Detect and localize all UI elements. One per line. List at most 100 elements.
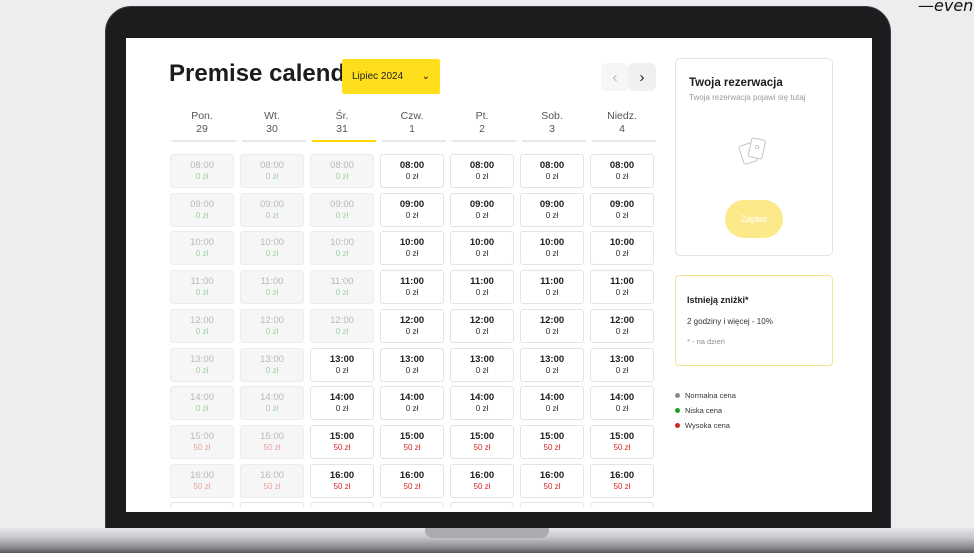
time-slot[interactable]: 13:00 0 zł	[590, 347, 654, 382]
slot-time: 15:00	[190, 430, 214, 442]
time-slot[interactable]: 15:00 50 zł	[450, 424, 514, 459]
time-slot[interactable]: 14:00 0 zł	[520, 386, 584, 421]
pay-button[interactable]: Zapłać	[725, 200, 783, 238]
time-slot[interactable]: 16:00 50 zł	[590, 463, 654, 498]
day-date: 30	[266, 123, 278, 135]
time-slot[interactable]: 16:00 50 zł	[520, 463, 584, 498]
time-slot[interactable]: 13:00 0 zł	[380, 347, 444, 382]
slot-price: 0 zł	[335, 288, 349, 298]
day-header: Pon. 29	[172, 110, 236, 142]
time-slot: 11:00 0 zł	[170, 270, 234, 305]
time-slot: 08:00 0 zł	[240, 154, 304, 188]
day-underline	[172, 140, 236, 142]
time-slot[interactable]: 13:00 0 zł	[310, 347, 374, 382]
slot-time: 11:00	[400, 276, 424, 288]
time-slot[interactable]: 12:00 0 zł	[380, 308, 444, 343]
slot-price: 50 zł	[263, 481, 281, 491]
time-slot[interactable]: 09:00 0 zł	[520, 192, 584, 227]
day-name: Sob.	[541, 110, 563, 122]
time-slot[interactable]: 16:00 50 zł	[450, 463, 514, 498]
slot-time: 12:00	[469, 314, 495, 326]
time-slot[interactable]: 11:00 0 zł	[520, 270, 584, 305]
slot-time: 14:00	[260, 392, 284, 404]
slot-time: 09:00	[190, 198, 214, 210]
slot-time: 16:00	[190, 469, 214, 481]
slot-time: 12:00	[190, 314, 214, 326]
time-slot[interactable]: 11:00 0 zł	[590, 270, 654, 305]
time-slot[interactable]: 16:00 50 zł	[310, 463, 374, 498]
slot-time: 10:00	[399, 237, 425, 249]
time-slot[interactable]: 14:00 0 zł	[450, 386, 514, 421]
time-slot[interactable]: 14:00 0 zł	[310, 386, 374, 421]
day-name: Wt.	[264, 110, 280, 122]
time-slot[interactable]: 10:00 0 zł	[450, 231, 514, 266]
slot-time: 16:00	[329, 469, 355, 481]
slot-price: 50 zł	[613, 442, 631, 452]
next-week-button[interactable]: ›	[628, 63, 656, 91]
time-slot[interactable]: 15:00 50 zł	[310, 424, 374, 459]
slot-price: 0 zł	[265, 210, 279, 220]
discounts-title: Istnieją zniżki*	[687, 295, 749, 305]
time-slot-partial	[450, 502, 514, 509]
time-slot[interactable]: 12:00 0 zł	[590, 308, 654, 343]
slot-price: 0 zł	[405, 326, 419, 336]
time-slot[interactable]: 08:00 0 zł	[590, 154, 654, 188]
time-slot: 15:00 50 zł	[170, 424, 234, 459]
time-slot[interactable]: 08:00 0 zł	[450, 154, 514, 188]
slot-time: 13:00	[260, 353, 284, 365]
legend-label-low: Niska cena	[685, 406, 723, 415]
slot-price: 50 zł	[333, 481, 351, 491]
time-slot[interactable]: 09:00 0 zł	[590, 192, 654, 227]
slot-price: 50 zł	[403, 481, 421, 491]
time-slot[interactable]: 14:00 0 zł	[590, 386, 654, 421]
slot-time: 14:00	[469, 392, 495, 404]
slot-price: 0 zł	[615, 172, 629, 181]
slot-time: 14:00	[609, 392, 635, 404]
time-slot: 10:00 0 zł	[170, 231, 234, 266]
time-slot: 08:00 0 zł	[170, 154, 234, 188]
slot-price: 0 zł	[335, 365, 349, 375]
time-slot[interactable]: 11:00 0 zł	[380, 270, 444, 305]
slot-price: 0 zł	[405, 404, 419, 414]
time-slot[interactable]: 13:00 0 zł	[450, 347, 514, 382]
time-slot: 15:00 50 zł	[240, 424, 304, 459]
time-slot[interactable]: 10:00 0 zł	[380, 231, 444, 266]
slot-time: 11:00	[260, 276, 284, 288]
slot-time: 15:00	[609, 430, 635, 442]
time-slot[interactable]: 10:00 0 zł	[590, 231, 654, 266]
day-underline	[382, 140, 446, 142]
time-slot-partial	[170, 502, 234, 509]
slot-time: 15:00	[329, 430, 355, 442]
slot-time: 09:00	[609, 198, 635, 210]
prev-week-button[interactable]: ‹	[601, 63, 629, 91]
day-header: Niedz. 4	[592, 110, 656, 142]
time-slot: 08:00 0 zł	[310, 154, 374, 188]
slot-price: 0 zł	[265, 249, 279, 259]
time-slot[interactable]: 11:00 0 zł	[450, 270, 514, 305]
legend-dot-normal	[675, 393, 680, 398]
time-slot[interactable]: 10:00 0 zł	[520, 231, 584, 266]
slot-time: 14:00	[539, 392, 565, 404]
slot-time: 10:00	[190, 237, 214, 249]
time-slot[interactable]: 12:00 0 zł	[520, 308, 584, 343]
time-slot[interactable]: 15:00 50 zł	[380, 424, 444, 459]
slot-price: 0 zł	[405, 249, 419, 259]
time-slot[interactable]: 09:00 0 zł	[450, 192, 514, 227]
slot-time: 13:00	[329, 353, 355, 365]
time-slot[interactable]: 16:00 50 zł	[380, 463, 444, 498]
time-slot: 16:00 50 zł	[240, 463, 304, 498]
time-slot: 12:00 0 zł	[170, 308, 234, 343]
time-slot[interactable]: 08:00 0 zł	[520, 154, 584, 188]
time-slot-partial	[380, 502, 444, 509]
month-select[interactable]: Lipiec 2024 ⌄	[342, 59, 440, 94]
slot-price: 0 zł	[195, 288, 209, 298]
time-slot[interactable]: 12:00 0 zł	[450, 308, 514, 343]
day-underline	[452, 140, 516, 142]
time-slot[interactable]: 15:00 50 zł	[520, 424, 584, 459]
time-slot[interactable]: 14:00 0 zł	[380, 386, 444, 421]
time-slot[interactable]: 08:00 0 zł	[380, 154, 444, 188]
time-slot[interactable]: 09:00 0 zł	[380, 192, 444, 227]
time-slot[interactable]: 13:00 0 zł	[520, 347, 584, 382]
time-slot[interactable]: 15:00 50 zł	[590, 424, 654, 459]
slot-price: 0 zł	[335, 404, 349, 414]
